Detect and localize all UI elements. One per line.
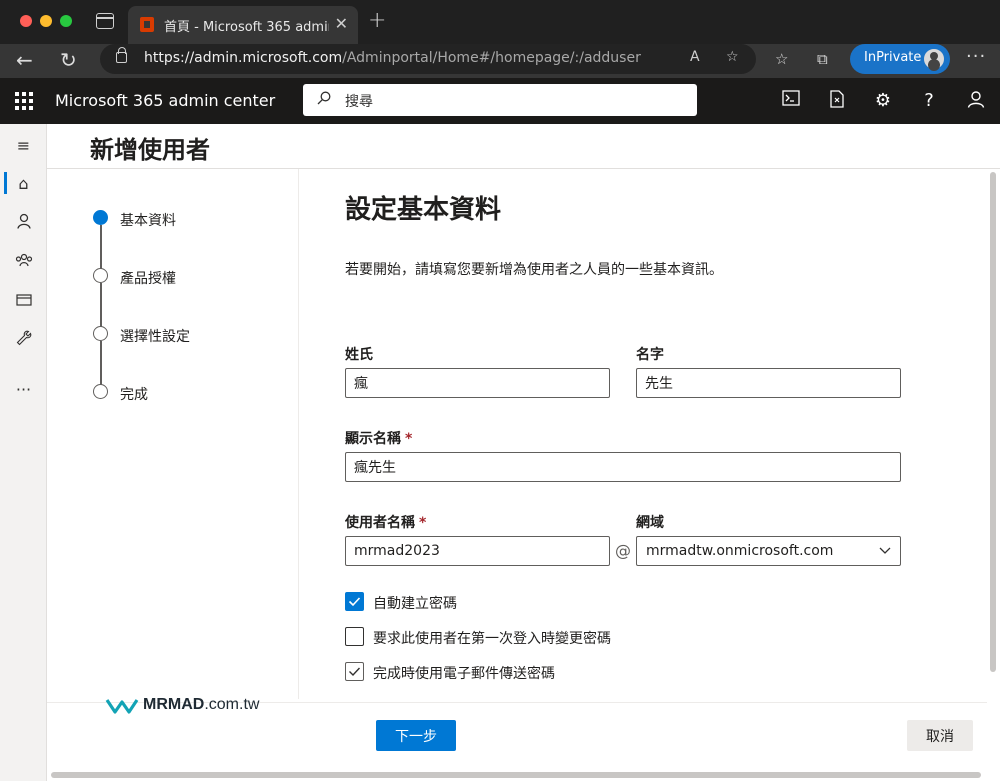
step-connector: [100, 225, 102, 269]
billing-icon[interactable]: [0, 291, 47, 317]
tab-title: 首頁 - Microsoft 365 admin center: [164, 20, 329, 35]
horizontal-scrollbar[interactable]: [51, 772, 981, 778]
domain-label: 網域: [636, 515, 664, 531]
back-arrow-icon[interactable]: ←: [16, 48, 33, 72]
browser-tab-bar: 首頁 - Microsoft 365 admin center ✕ +: [0, 0, 1000, 44]
gear-icon[interactable]: ⚙: [872, 90, 894, 112]
page-title: 新增使用者: [90, 136, 210, 164]
step-dot-optional: [93, 326, 108, 341]
favorites-icon[interactable]: ☆: [775, 50, 788, 68]
require-change-label: 要求此使用者在第一次登入時變更密碼: [373, 631, 611, 647]
first-name-label: 名字: [636, 347, 664, 363]
step-label-finish[interactable]: 完成: [120, 384, 148, 404]
auto-password-label: 自動建立密碼: [373, 596, 457, 612]
intro-text: 若要開始，請填寫您要新增為使用者之人員的一些基本資訊。: [345, 262, 723, 278]
step-dot-licenses: [93, 268, 108, 283]
checkmark-icon: [349, 667, 361, 677]
watermark-text: MRMAD.com.tw: [143, 696, 260, 713]
groups-icon[interactable]: [0, 252, 47, 278]
username-field[interactable]: [345, 536, 610, 566]
app-name: Microsoft 365 admin center: [55, 91, 276, 110]
step-label-basics[interactable]: 基本資料: [120, 210, 176, 230]
step-dot-basics: [93, 210, 108, 225]
left-nav-rail: ≡ ⌂ ···: [0, 124, 47, 781]
minimize-window-button[interactable]: [40, 15, 52, 27]
close-tab-icon[interactable]: ✕: [335, 14, 348, 33]
required-marker: *: [419, 515, 427, 531]
last-name-field[interactable]: [345, 368, 610, 398]
vertical-scrollbar[interactable]: [990, 172, 996, 672]
first-name-field[interactable]: [636, 368, 901, 398]
chevron-down-icon: [879, 547, 891, 554]
search-icon: [317, 91, 331, 105]
step-connector: [100, 283, 102, 327]
m365-header: Microsoft 365 admin center 搜尋 ⚙ ?: [0, 78, 1000, 124]
wizard-steps: 基本資料 產品授權 選擇性設定 完成: [47, 169, 299, 699]
mrmad-logo-icon: [105, 699, 139, 714]
next-button[interactable]: 下一步: [376, 720, 456, 751]
at-sign: @: [615, 541, 631, 560]
username-label: 使用者名稱 *: [345, 515, 427, 531]
terminal-icon[interactable]: [780, 90, 802, 112]
read-aloud-icon[interactable]: A: [690, 49, 700, 65]
address-bar-row: ← ↻ https://admin.microsoft.com/Adminpor…: [0, 44, 1000, 78]
cancel-button[interactable]: 取消: [907, 720, 973, 751]
step-label-licenses[interactable]: 產品授權: [120, 268, 176, 288]
search-input[interactable]: 搜尋: [303, 84, 697, 116]
inprivate-label: InPrivate: [864, 50, 922, 65]
app-launcher-icon[interactable]: [15, 92, 33, 110]
menu-icon[interactable]: ≡: [0, 136, 47, 162]
account-icon[interactable]: [965, 90, 987, 112]
profile-avatar-icon: [922, 47, 946, 71]
maximize-window-button[interactable]: [60, 15, 72, 27]
display-name-field[interactable]: [345, 452, 901, 482]
office-favicon-icon: [140, 17, 154, 32]
home-icon[interactable]: ⌂: [0, 174, 47, 200]
add-favorite-icon[interactable]: ☆: [726, 49, 739, 65]
add-user-panel: 新增使用者 基本資料 產品授權 選擇性設定 完成 設定基本資料 若要開始，請填寫…: [47, 124, 1000, 781]
document-icon[interactable]: [826, 90, 848, 112]
auto-password-checkbox[interactable]: [345, 592, 364, 611]
inprivate-button[interactable]: InPrivate: [850, 44, 950, 74]
step-label-optional[interactable]: 選擇性設定: [120, 326, 190, 346]
more-nav-icon[interactable]: ···: [0, 380, 47, 406]
display-name-label: 顯示名稱 *: [345, 431, 413, 447]
tab-actions-icon[interactable]: [96, 13, 114, 29]
require-change-checkbox[interactable]: [345, 627, 364, 646]
user-icon[interactable]: [0, 213, 47, 239]
step-dot-finish: [93, 384, 108, 399]
required-marker: *: [405, 431, 413, 447]
help-icon[interactable]: ?: [918, 90, 940, 112]
close-window-button[interactable]: [20, 15, 32, 27]
browser-tab[interactable]: 首頁 - Microsoft 365 admin center ✕: [128, 6, 358, 44]
last-name-label: 姓氏: [345, 347, 373, 363]
lock-icon: [116, 47, 127, 63]
email-password-checkbox[interactable]: [345, 662, 364, 681]
section-title: 設定基本資料: [345, 195, 502, 225]
step-connector: [100, 341, 102, 385]
more-options-icon[interactable]: ···: [966, 46, 986, 67]
collections-icon[interactable]: ⧉: [817, 50, 828, 68]
refresh-icon[interactable]: ↻: [60, 48, 77, 72]
search-placeholder: 搜尋: [345, 94, 373, 110]
url-field[interactable]: https://admin.microsoft.com/Adminportal/…: [100, 44, 756, 74]
url-text: https://admin.microsoft.com/Adminportal/…: [144, 50, 641, 66]
checkmark-icon: [348, 597, 361, 607]
domain-value: mrmadtw.onmicrosoft.com: [646, 543, 834, 559]
wrench-icon[interactable]: [0, 330, 47, 356]
new-tab-button[interactable]: +: [368, 8, 386, 33]
domain-dropdown[interactable]: mrmadtw.onmicrosoft.com: [636, 536, 901, 566]
email-password-label: 完成時使用電子郵件傳送密碼: [373, 666, 555, 682]
